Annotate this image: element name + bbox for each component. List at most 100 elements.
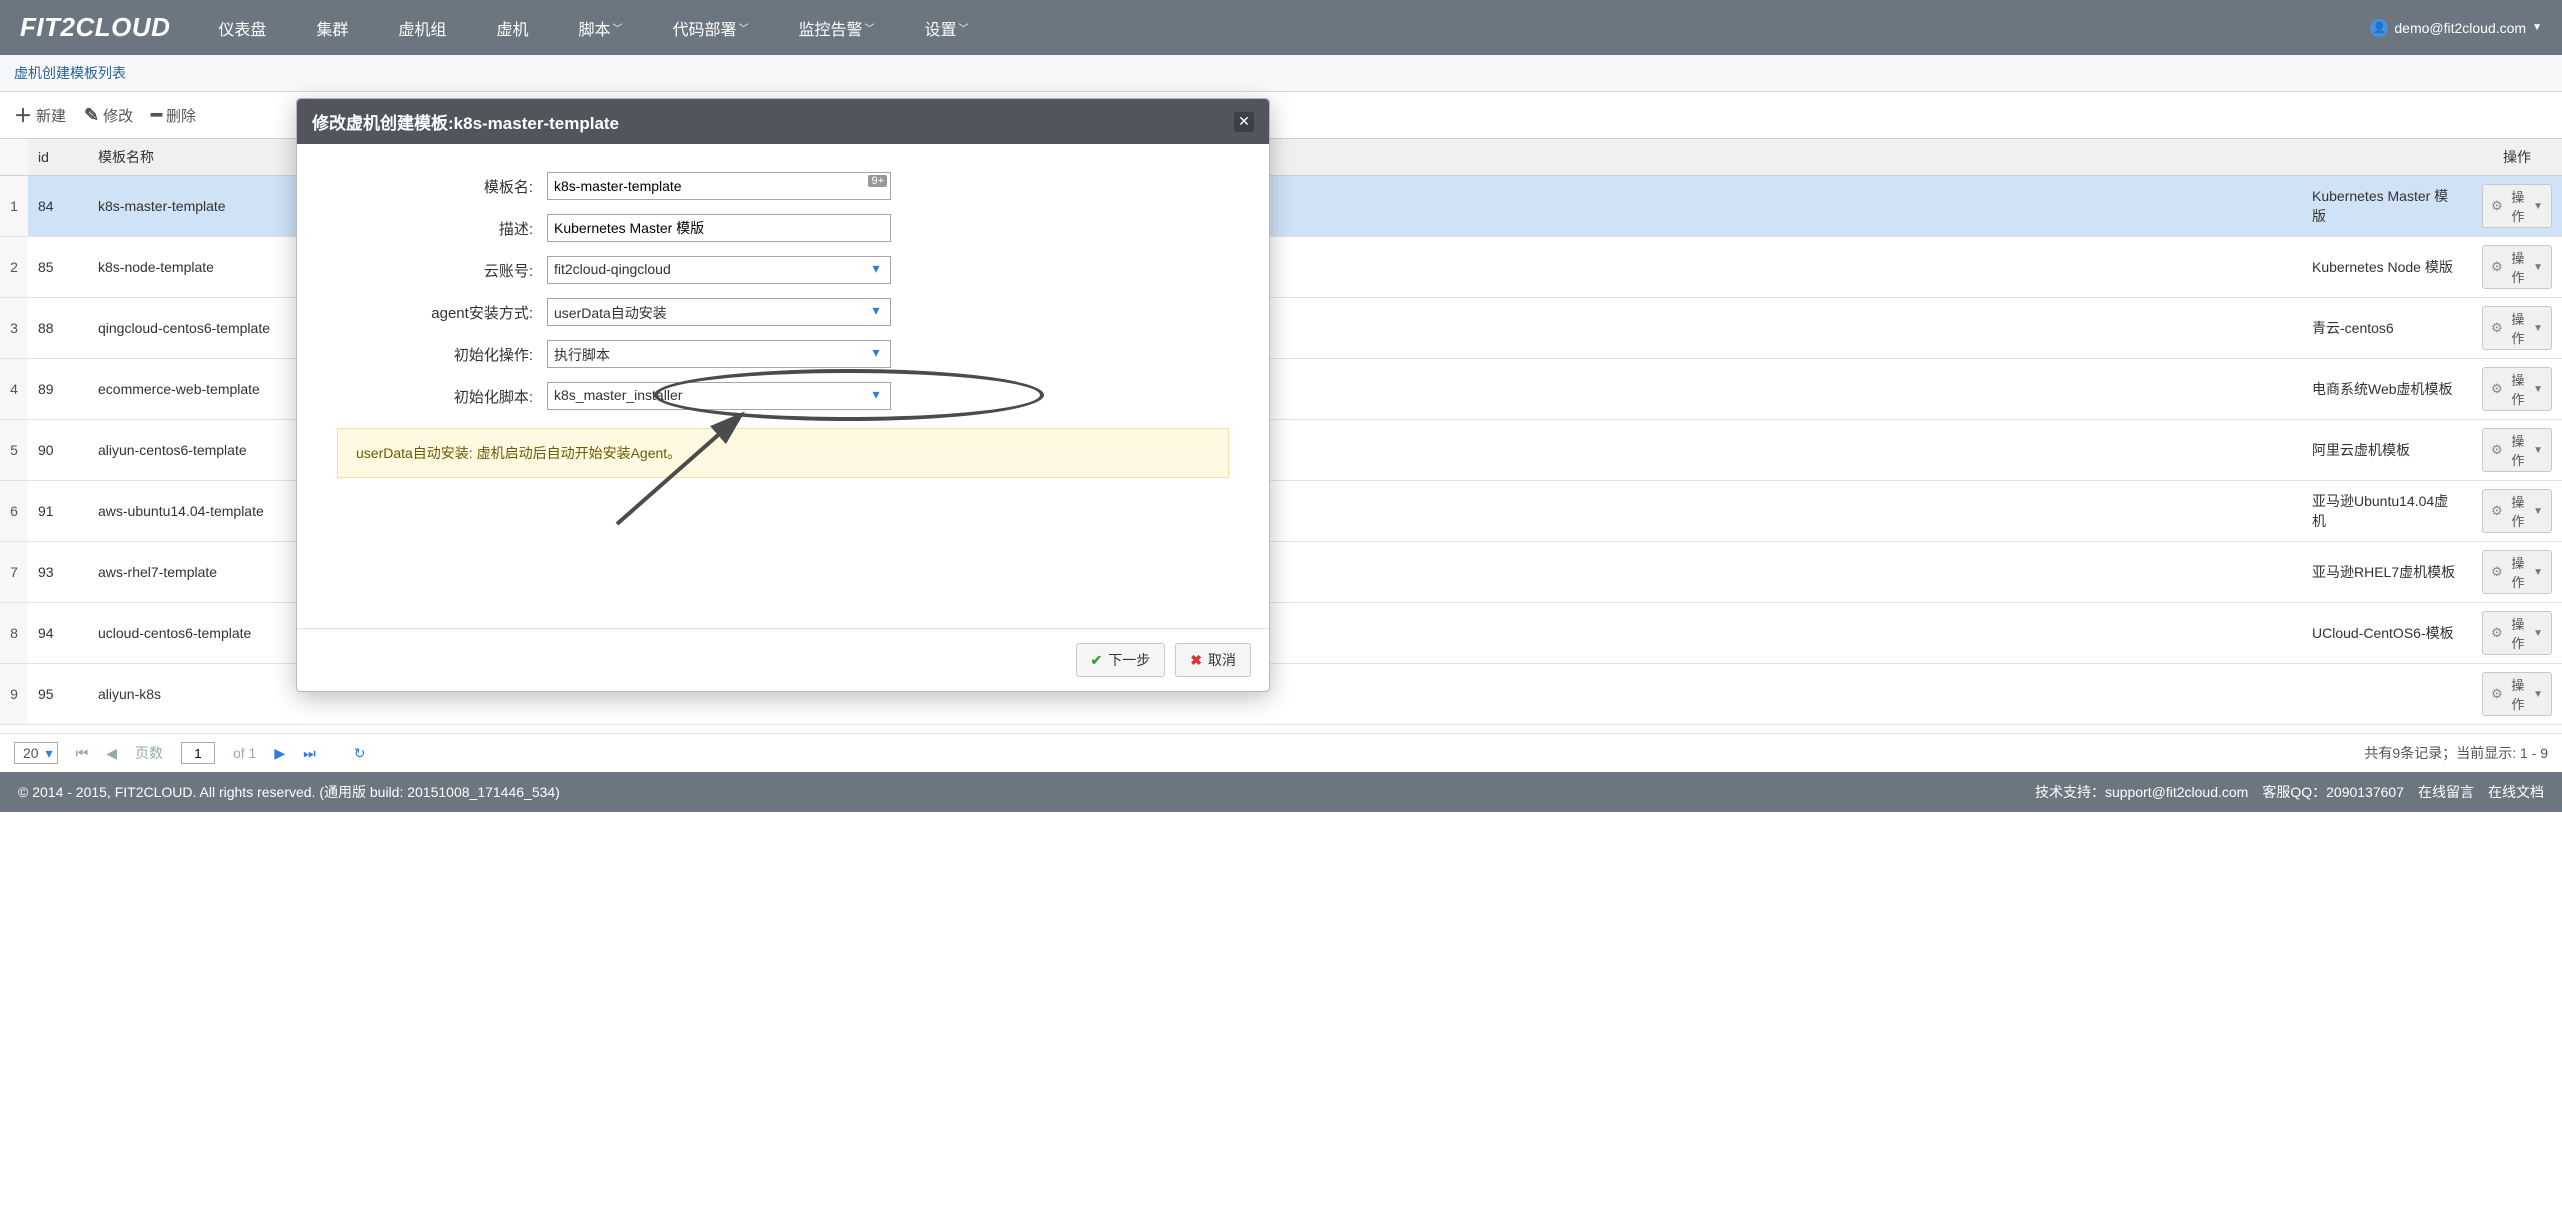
caret-down-icon: ▼ <box>2533 201 2543 212</box>
page-size-select[interactable]: 20 <box>14 742 58 764</box>
label-template-name: 模板名: <box>337 176 547 197</box>
row-number: 9 <box>0 664 28 725</box>
row-action-button[interactable]: ⚙ 操作 ▼ <box>2482 550 2552 594</box>
cell-id: 94 <box>28 603 88 664</box>
init-op-select[interactable]: 执行脚本▾ <box>547 340 891 368</box>
template-name-input[interactable] <box>547 172 891 200</box>
row-number: 5 <box>0 420 28 481</box>
online-msg-link[interactable]: 在线留言 <box>2418 782 2474 802</box>
col-rownum <box>0 139 28 176</box>
chevron-down-icon: ▾ <box>866 344 886 364</box>
col-op: 操作 <box>2472 139 2562 176</box>
dialog-footer: ✔下一步 ✖取消 <box>297 628 1269 691</box>
top-navbar: FIT2CLOUD 仪表盘 集群 虚机组 虚机 脚本﹀ 代码部署﹀ 监控告警﹀ 设置﹀ 👤 d… <box>0 0 2562 55</box>
next-button[interactable]: ✔下一步 <box>1076 643 1166 677</box>
caret-down-icon: ▼ <box>2533 628 2543 639</box>
info-box: userData自动安装: 虚机启动后自动开始安装Agent。 <box>337 428 1229 478</box>
user-email: demo@fit2cloud.com <box>2394 20 2526 36</box>
cell-desc <box>2302 664 2472 725</box>
nav-item[interactable]: 设置﹀ <box>925 16 969 40</box>
new-button[interactable]: ＋新建 <box>14 102 66 128</box>
row-action-button[interactable]: ⚙ 操作 ▼ <box>2482 489 2552 533</box>
avatar-icon: 👤 <box>2370 19 2388 37</box>
cell-id: 91 <box>28 481 88 542</box>
nav-item[interactable]: 虚机组 <box>398 16 446 40</box>
gear-icon: ⚙ <box>2491 320 2503 336</box>
nav-item[interactable]: 脚本﹀ <box>578 16 622 40</box>
nav-item[interactable]: 仪表盘 <box>218 16 266 40</box>
cell-id: 90 <box>28 420 88 481</box>
row-action-button[interactable]: ⚙ 操作 ▼ <box>2482 245 2552 289</box>
row-number: 6 <box>0 481 28 542</box>
pencil-icon: ✎ <box>84 105 99 126</box>
row-action-button[interactable]: ⚙ 操作 ▼ <box>2482 184 2552 228</box>
chevron-down-icon: ﹀ <box>612 20 622 35</box>
row-action-button[interactable]: ⚙ 操作 ▼ <box>2482 428 2552 472</box>
nav-item[interactable]: 虚机 <box>496 16 528 40</box>
row-number: 3 <box>0 298 28 359</box>
cell-desc: 亚马逊Ubuntu14.04虚机 <box>2302 481 2472 542</box>
next-page-icon[interactable]: ▶ <box>274 745 285 762</box>
gear-icon: ⚙ <box>2491 381 2503 397</box>
agent-install-select[interactable]: userData自动安装▾ <box>547 298 891 326</box>
init-script-select[interactable]: k8s_master_installer▾ <box>547 382 891 410</box>
row-action-button[interactable]: ⚙ 操作 ▼ <box>2482 672 2552 716</box>
label-init-script: 初始化脚本: <box>337 386 547 407</box>
dialog-header: 修改虚机创建模板:k8s-master-template ✕ <box>297 99 1269 144</box>
page-input[interactable] <box>181 742 215 764</box>
last-page-icon[interactable]: ⏭ <box>303 745 316 762</box>
breadcrumb: 虚机创建模板列表 <box>0 55 2562 92</box>
edit-button[interactable]: ✎修改 <box>84 105 133 126</box>
plus-icon: ＋ <box>14 102 32 128</box>
cloud-account-select[interactable]: fit2cloud-qingcloud▾ <box>547 256 891 284</box>
row-action-button[interactable]: ⚙ 操作 ▼ <box>2482 306 2552 350</box>
chevron-down-icon: ▼ <box>2532 22 2542 33</box>
nav-item[interactable]: 代码部署﹀ <box>672 16 748 40</box>
cell-desc: Kubernetes Node 模版 <box>2302 237 2472 298</box>
nav-items: 仪表盘 集群 虚机组 虚机 脚本﹀ 代码部署﹀ 监控告警﹀ 设置﹀ <box>218 16 968 40</box>
cancel-button[interactable]: ✖取消 <box>1175 643 1251 677</box>
row-action-button[interactable]: ⚙ 操作 ▼ <box>2482 367 2552 411</box>
footer: © 2014 - 2015, FIT2CLOUD. All rights res… <box>0 772 2562 812</box>
cell-desc: 电商系统Web虚机模板 <box>2302 359 2472 420</box>
cell-desc: UCloud-CentOS6-模板 <box>2302 603 2472 664</box>
row-action-button[interactable]: ⚙ 操作 ▼ <box>2482 611 2552 655</box>
user-menu[interactable]: 👤 demo@fit2cloud.com ▼ <box>2370 19 2542 37</box>
page-of: of 1 <box>233 745 256 761</box>
chevron-down-icon: ﹀ <box>959 20 969 35</box>
description-input[interactable] <box>547 214 891 242</box>
chevron-down-icon: ▾ <box>866 302 886 322</box>
chevron-down-icon: ﹀ <box>738 20 748 35</box>
chevron-down-icon: ﹀ <box>865 20 875 35</box>
dialog-title: 修改虚机创建模板:k8s-master-template <box>312 109 619 134</box>
minus-icon: ━ <box>151 105 162 126</box>
caret-down-icon: ▼ <box>2533 506 2543 517</box>
gear-icon: ⚙ <box>2491 625 2503 641</box>
cell-desc: Kubernetes Master 模版 <box>2302 176 2472 237</box>
prev-page-icon: ◀ <box>106 745 117 762</box>
col-id[interactable]: id <box>28 139 88 176</box>
online-doc-link[interactable]: 在线文档 <box>2488 782 2544 802</box>
logo: FIT2CLOUD <box>20 12 170 43</box>
label-init-op: 初始化操作: <box>337 344 547 365</box>
delete-button[interactable]: ━删除 <box>151 105 196 126</box>
cell-id: 89 <box>28 359 88 420</box>
nav-item[interactable]: 监控告警﹀ <box>798 16 874 40</box>
caret-down-icon: ▼ <box>2533 689 2543 700</box>
refresh-icon[interactable]: ↻ <box>354 745 366 762</box>
pager: 20 ⏮ ◀ 页数 of 1 ▶ ⏭ ↻ 共有9条记录；当前显示: 1 - 9 <box>0 733 2562 772</box>
row-number: 2 <box>0 237 28 298</box>
cell-id: 88 <box>28 298 88 359</box>
close-icon[interactable]: ✕ <box>1234 112 1254 132</box>
nav-item[interactable]: 集群 <box>316 16 348 40</box>
chevron-down-icon: ▾ <box>866 386 886 406</box>
cell-id: 85 <box>28 237 88 298</box>
row-number: 1 <box>0 176 28 237</box>
chevron-down-icon: ▾ <box>866 260 886 280</box>
cell-id: 84 <box>28 176 88 237</box>
gear-icon: ⚙ <box>2491 503 2503 519</box>
gear-icon: ⚙ <box>2491 564 2503 580</box>
row-number: 4 <box>0 359 28 420</box>
page-label: 页数 <box>135 743 163 763</box>
support-email-link[interactable]: support@fit2cloud.com <box>2105 784 2248 800</box>
